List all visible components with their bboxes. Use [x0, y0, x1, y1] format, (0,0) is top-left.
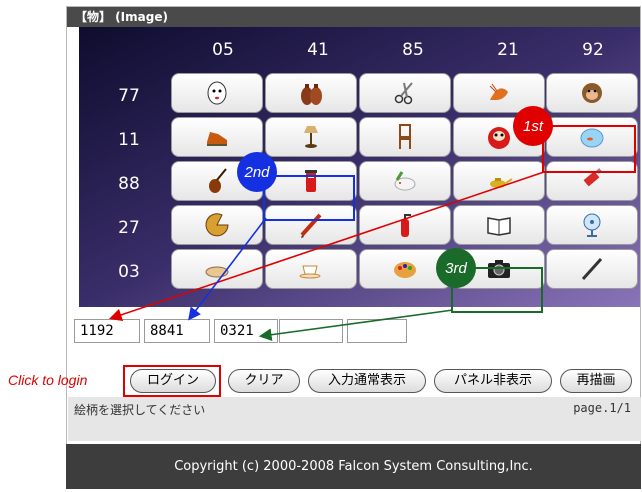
scissors-icon	[394, 82, 413, 105]
teacup-icon	[299, 265, 321, 279]
normal-display-button[interactable]: 入力通常表示	[308, 369, 426, 393]
tile-toothpaste[interactable]	[546, 161, 638, 201]
mailbox-icon	[305, 170, 317, 192]
tile-shoe[interactable]	[171, 117, 263, 157]
clear-button[interactable]: クリア	[228, 369, 300, 393]
column-header: 05	[212, 40, 234, 60]
shrimp-icon	[489, 83, 508, 100]
book-icon	[487, 217, 511, 236]
plate-icon	[205, 266, 229, 278]
login-button[interactable]: ログイン	[130, 369, 216, 393]
tile-shrimp[interactable]	[453, 73, 545, 113]
tile-scissors[interactable]	[359, 73, 451, 113]
panel-title: 【物】 (Image)	[67, 7, 640, 27]
pen-icon	[581, 257, 603, 281]
fan-icon	[583, 213, 601, 237]
violin-icon	[209, 168, 227, 193]
code-input-3[interactable]: 0321	[214, 319, 278, 343]
lamp-icon	[304, 126, 318, 148]
rabbit-icon	[394, 171, 416, 191]
code-input-2[interactable]: 8841	[144, 319, 210, 343]
tile-pencil[interactable]	[265, 205, 357, 245]
row-header: 27	[118, 218, 140, 238]
pie-icon	[205, 213, 229, 237]
tile-pie[interactable]	[171, 205, 263, 245]
login-page: 【物】 (Image) 05 41 85 21 92 77 11 88 27 0…	[0, 0, 642, 492]
row-header: 03	[118, 262, 140, 282]
column-header: 41	[307, 40, 329, 60]
tile-daruma[interactable]	[453, 117, 545, 157]
tile-chair[interactable]	[359, 117, 451, 157]
tile-camera[interactable]	[453, 249, 545, 289]
tile-goldfish-bowl[interactable]	[546, 117, 638, 157]
jars-icon	[301, 84, 322, 105]
camera-icon	[488, 260, 510, 278]
tile-plate[interactable]	[171, 249, 263, 289]
redraw-button[interactable]: 再描画	[560, 369, 632, 393]
toothpaste-icon	[583, 168, 602, 187]
row-header: 77	[118, 86, 140, 106]
tile-jars[interactable]	[265, 73, 357, 113]
shoe-icon	[207, 132, 227, 146]
mask-icon	[207, 81, 227, 105]
tile-mask[interactable]	[171, 73, 263, 113]
tile-monkey-face[interactable]	[546, 73, 638, 113]
code-input-4[interactable]	[279, 319, 343, 343]
column-header: 21	[497, 40, 519, 60]
column-header: 85	[402, 40, 424, 60]
copyright-footer: Copyright (c) 2000-2008 Falcon System Co…	[66, 444, 641, 489]
daruma-icon	[488, 127, 510, 149]
tile-fire-extinguisher[interactable]	[359, 205, 451, 245]
image-authentication-panel: 【物】 (Image) 05 41 85 21 92 77 11 88 27 0…	[66, 6, 641, 464]
tile-teacup[interactable]	[265, 249, 357, 289]
tile-mailbox[interactable]	[265, 161, 357, 201]
tile-palette[interactable]	[359, 249, 451, 289]
row-header: 88	[118, 174, 140, 194]
status-message: 絵柄を選択してください	[74, 403, 206, 417]
click-to-login-annotation: Click to login	[8, 372, 88, 388]
column-header: 92	[582, 40, 604, 60]
page-indicator: page.1/1	[573, 401, 631, 415]
code-input-5[interactable]	[347, 319, 407, 343]
hide-panel-button[interactable]: パネル非表示	[434, 369, 552, 393]
tile-magic-lamp[interactable]	[453, 161, 545, 201]
goldfish-bowl-icon	[580, 128, 604, 148]
fire-extinguisher-icon	[401, 214, 411, 237]
tile-lamp[interactable]	[265, 117, 357, 157]
row-header: 11	[118, 130, 140, 150]
palette-icon	[394, 262, 416, 278]
code-input-1[interactable]: 1192	[74, 319, 140, 343]
magic-lamp-icon	[490, 178, 513, 188]
tile-violin[interactable]	[171, 161, 263, 201]
pencil-icon	[300, 213, 322, 238]
tile-book[interactable]	[453, 205, 545, 245]
tile-rabbit[interactable]	[359, 161, 451, 201]
chair-icon	[399, 124, 411, 149]
tile-fan[interactable]	[546, 205, 638, 245]
tile-pen[interactable]	[546, 249, 638, 289]
monkey-face-icon	[582, 83, 602, 103]
status-bar: 絵柄を選択してください page.1/1	[68, 397, 641, 441]
